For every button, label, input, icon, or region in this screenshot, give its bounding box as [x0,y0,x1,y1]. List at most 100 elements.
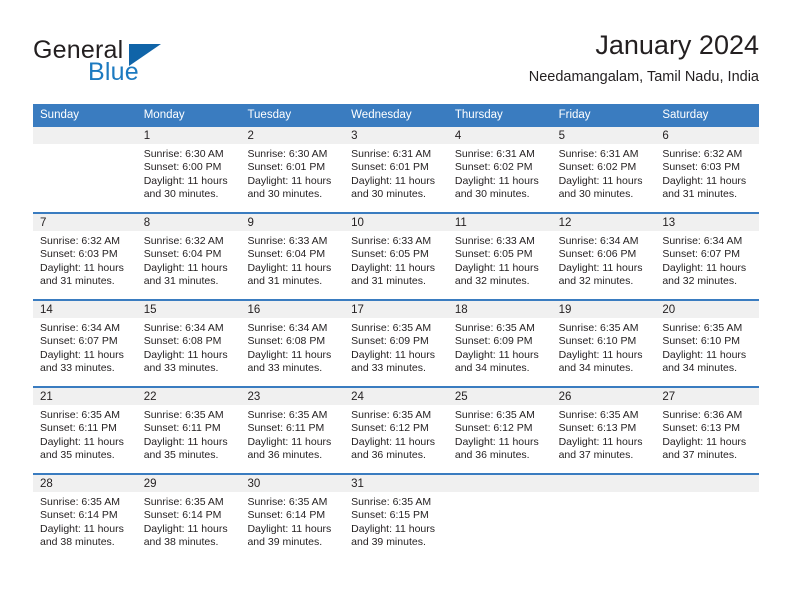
daylight-text: Daylight: 11 hours [143,261,228,274]
calendar-day-cell[interactable]: 26 Sunrise: 6:35 AM Sunset: 6:13 PM Dayligh… [551,388,656,473]
calendar-day-cell-empty [33,127,137,212]
calendar-day-cell[interactable]: 27 Sunrise: 6:36 AM Sunset: 6:13 PM Dayligh… [655,388,760,473]
calendar-day-cell[interactable]: 3 Sunrise: 6:31 AM Sunset: 6:01 PM Daylight… [344,127,448,212]
sunset-text: Sunset: 6:11 PM [247,422,325,435]
day-details: Sunrise: 6:35 AM Sunset: 6:11 PM Daylight:… [240,405,344,473]
daylight-text: and 31 minutes. [40,275,115,288]
sunset-text: Sunset: 6:03 PM [662,161,740,174]
day-number: 2 [240,127,345,144]
sunset-text: Sunset: 6:07 PM [40,335,118,348]
calendar-day-cell[interactable]: 31 Sunrise: 6:35 AM Sunset: 6:15 PM Dayligh… [344,475,448,560]
daylight-text: Daylight: 11 hours [662,174,747,187]
daylight-text: Daylight: 11 hours [558,261,643,274]
daylight-text: and 30 minutes. [143,188,219,201]
calendar-day-cell[interactable]: 23 Sunrise: 6:35 AM Sunset: 6:11 PM Dayligh… [240,388,345,473]
day-number: 6 [655,127,760,144]
calendar-day-cell[interactable]: 2 Sunrise: 6:30 AM Sunset: 6:01 PM Daylight… [240,127,345,212]
sunset-text: Sunset: 6:13 PM [558,422,637,435]
day-number: 17 [344,301,448,318]
calendar-day-cell[interactable]: 8 Sunrise: 6:32 AM Sunset: 6:04 PM Daylight… [136,214,241,299]
day-number: 31 [344,475,448,492]
daylight-text: and 30 minutes. [247,188,323,201]
day-number: 21 [33,388,137,405]
daylight-text: Daylight: 11 hours [662,348,747,361]
page-title: January 2024 [595,30,759,60]
sunset-text: Sunset: 6:08 PM [247,335,326,348]
daylight-text: and 36 minutes. [351,449,426,462]
calendar-day-cell[interactable]: 11 Sunrise: 6:33 AM Sunset: 6:05 PM Dayligh… [447,214,552,299]
calendar-day-cell[interactable]: 1 Sunrise: 6:30 AM Sunset: 6:00 PM Daylight… [136,127,241,212]
sunset-text: Sunset: 6:09 PM [454,335,533,348]
sunset-text: Sunset: 6:10 PM [558,335,637,348]
weekday-header-tuesday: Tuesday [247,109,292,121]
day-details: Sunrise: 6:35 AM Sunset: 6:11 PM Daylight:… [33,405,137,473]
day-details: Sunrise: 6:35 AM Sunset: 6:12 PM Daylight:… [448,405,552,473]
calendar-day-cell[interactable]: 15 Sunrise: 6:34 AM Sunset: 6:08 PM Dayligh… [136,301,241,386]
daylight-text: Daylight: 11 hours [454,174,539,187]
sunrise-text: Sunrise: 6:35 AM [558,322,639,334]
daylight-text: and 35 minutes. [40,449,115,462]
calendar-day-cell[interactable]: 5 Sunrise: 6:31 AM Sunset: 6:02 PM Daylight… [551,127,656,212]
logo-text-blue: Blue [88,58,139,86]
calendar-day-cell[interactable]: 16 Sunrise: 6:34 AM Sunset: 6:08 PM Dayligh… [240,301,345,386]
daylight-text: Daylight: 11 hours [454,261,539,274]
calendar-day-cell[interactable]: 18 Sunrise: 6:35 AM Sunset: 6:09 PM Dayligh… [447,301,552,386]
calendar-day-cell[interactable]: 7 Sunrise: 6:32 AM Sunset: 6:03 PM Daylight… [33,214,137,299]
daylight-text: Daylight: 11 hours [143,174,228,187]
daylight-text: Daylight: 11 hours [351,174,436,187]
weekday-header-sunday: Sunday [40,109,80,121]
day-details: Sunrise: 6:33 AM Sunset: 6:05 PM Daylight:… [344,231,448,299]
sunrise-text: Sunrise: 6:33 AM [247,235,328,247]
sunset-text: Sunset: 6:11 PM [143,422,221,435]
daylight-text: and 36 minutes. [454,449,530,462]
sunrise-text: Sunrise: 6:35 AM [558,409,639,421]
calendar-day-cell[interactable]: 19 Sunrise: 6:35 AM Sunset: 6:10 PM Dayligh… [551,301,656,386]
day-number: 19 [551,301,656,318]
day-details: Sunrise: 6:33 AM Sunset: 6:04 PM Daylight:… [240,231,344,299]
day-details: Sunrise: 6:35 AM Sunset: 6:13 PM Daylight:… [552,405,656,473]
daylight-text: Daylight: 11 hours [143,435,228,448]
daylight-text: and 32 minutes. [662,275,738,288]
daylight-text: Daylight: 11 hours [351,435,436,448]
calendar-day-cell[interactable]: 12 Sunrise: 6:34 AM Sunset: 6:06 PM Dayligh… [551,214,656,299]
calendar-day-cell[interactable]: 6 Sunrise: 6:32 AM Sunset: 6:03 PM Daylight… [655,127,760,212]
sunset-text: Sunset: 6:14 PM [40,509,118,522]
sunrise-text: Sunrise: 6:32 AM [143,235,224,247]
calendar-day-cell[interactable]: 28 Sunrise: 6:35 AM Sunset: 6:14 PM Dayligh… [33,475,137,560]
sunset-text: Sunset: 6:05 PM [351,248,429,261]
day-number: 30 [240,475,345,492]
calendar-day-cell[interactable]: 24 Sunrise: 6:35 AM Sunset: 6:12 PM Dayligh… [344,388,448,473]
calendar-day-cell[interactable]: 29 Sunrise: 6:35 AM Sunset: 6:14 PM Dayligh… [136,475,241,560]
calendar-day-cell[interactable]: 14 Sunrise: 6:34 AM Sunset: 6:07 PM Dayligh… [33,301,137,386]
calendar-day-cell[interactable]: 25 Sunrise: 6:35 AM Sunset: 6:12 PM Dayligh… [447,388,552,473]
sunset-text: Sunset: 6:14 PM [143,509,222,522]
calendar-day-cell[interactable]: 20 Sunrise: 6:35 AM Sunset: 6:10 PM Dayligh… [655,301,760,386]
daylight-text: and 33 minutes. [40,362,115,375]
sunrise-text: Sunrise: 6:35 AM [40,496,120,508]
day-details: Sunrise: 6:35 AM Sunset: 6:14 PM Daylight:… [137,492,241,560]
sunset-text: Sunset: 6:05 PM [454,248,533,261]
calendar-day-cell[interactable]: 21 Sunrise: 6:35 AM Sunset: 6:11 PM Dayligh… [33,388,137,473]
day-details [33,144,137,212]
sunrise-text: Sunrise: 6:36 AM [662,409,743,421]
daylight-text: and 35 minutes. [143,449,219,462]
calendar-day-cell[interactable]: 13 Sunrise: 6:34 AM Sunset: 6:07 PM Dayligh… [655,214,760,299]
day-details: Sunrise: 6:30 AM Sunset: 6:01 PM Daylight:… [240,144,344,212]
calendar-day-cell[interactable]: 17 Sunrise: 6:35 AM Sunset: 6:09 PM Dayligh… [344,301,448,386]
general-blue-logo[interactable]: General Blue [33,36,243,92]
day-details: Sunrise: 6:34 AM Sunset: 6:07 PM Daylight:… [33,318,137,386]
calendar-day-cell[interactable]: 9 Sunrise: 6:33 AM Sunset: 6:04 PM Daylight… [240,214,345,299]
day-number: 1 [136,127,241,144]
sunset-text: Sunset: 6:04 PM [247,248,326,261]
calendar-day-cell[interactable]: 10 Sunrise: 6:33 AM Sunset: 6:05 PM Dayligh… [344,214,448,299]
calendar-day-cell[interactable]: 4 Sunrise: 6:31 AM Sunset: 6:02 PM Daylight… [447,127,552,212]
sunrise-text: Sunrise: 6:33 AM [351,235,432,247]
calendar-day-cell[interactable]: 22 Sunrise: 6:35 AM Sunset: 6:11 PM Dayligh… [136,388,241,473]
calendar-day-cell[interactable]: 30 Sunrise: 6:35 AM Sunset: 6:14 PM Dayligh… [240,475,345,560]
day-number: 4 [447,127,552,144]
day-number: 24 [344,388,448,405]
day-details: Sunrise: 6:36 AM Sunset: 6:13 PM Daylight:… [655,405,759,473]
sunrise-text: Sunrise: 6:31 AM [454,148,535,160]
sunset-text: Sunset: 6:00 PM [143,161,222,174]
day-details: Sunrise: 6:35 AM Sunset: 6:10 PM Daylight:… [552,318,656,386]
